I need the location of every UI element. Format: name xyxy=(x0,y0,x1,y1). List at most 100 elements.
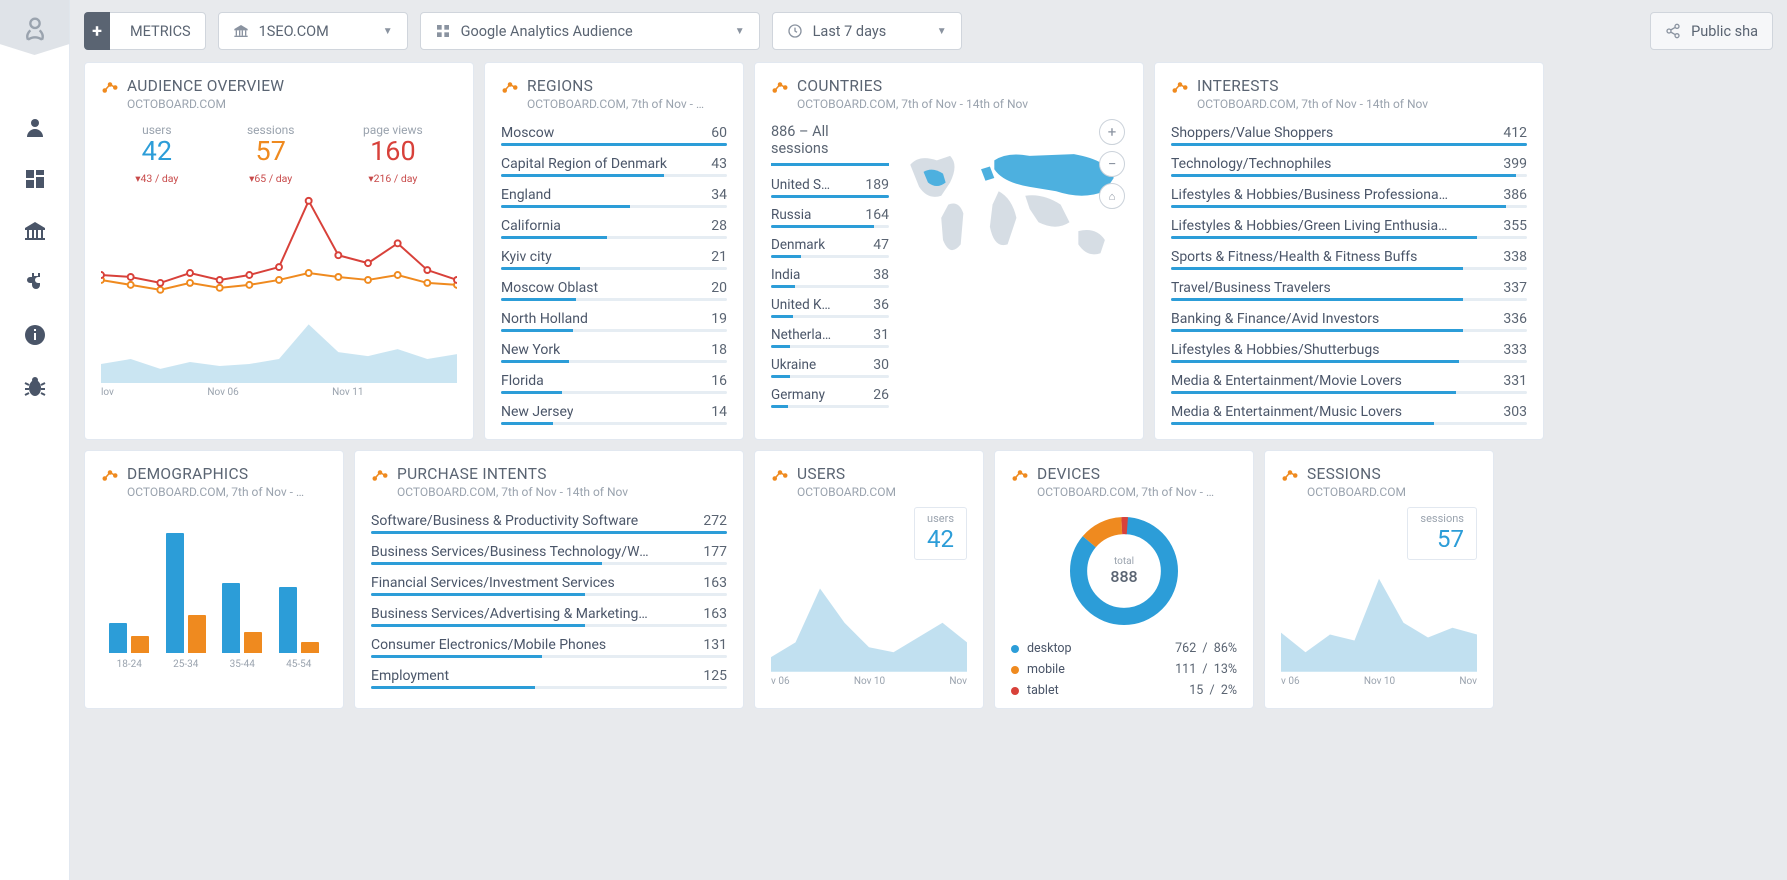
source-selector[interactable]: Google Analytics Audience ▼ xyxy=(420,12,760,50)
card-title: USERS xyxy=(797,465,845,483)
device-legend-row: mobile 111 / 13% xyxy=(1011,662,1237,677)
list-item[interactable]: Media & Entertainment/Movie Lovers331 xyxy=(1171,367,1527,391)
list-item[interactable]: Media & Entertainment/Music Lovers303 xyxy=(1171,398,1527,422)
card-users: USERS OCTOBOARD.COM users 42 v 06Nov 10N… xyxy=(754,450,984,709)
card-title: PURCHASE INTENTS xyxy=(397,465,547,483)
list-item[interactable]: Lifestyles & Hobbies/Shutterbugs333 xyxy=(1171,336,1527,360)
ga-icon xyxy=(1011,465,1029,483)
list-item[interactable]: Business Services/Business Technology/We… xyxy=(371,538,727,562)
nav-institution-icon[interactable] xyxy=(23,219,47,243)
list-item[interactable]: Business Services/Advertising & Marketin… xyxy=(371,600,727,624)
list-item[interactable]: New Jersey14 xyxy=(501,398,727,422)
list-item[interactable]: Lifestyles & Hobbies/Green Living Enthus… xyxy=(1171,212,1527,236)
sessions-metric: sessions 57 xyxy=(1407,507,1477,560)
demo-group xyxy=(109,623,149,653)
card-subtitle: OCTOBOARD.COM xyxy=(127,97,457,111)
sessions-chart xyxy=(1281,564,1477,672)
card-sessions: SESSIONS OCTOBOARD.COM sessions 57 v 06N… xyxy=(1264,450,1494,709)
plus-icon: + xyxy=(84,12,110,50)
ga-icon xyxy=(101,465,119,483)
card-demographics: DEMOGRAPHICS OCTOBOARD.COM, 7th of Nov -… xyxy=(84,450,344,709)
list-item[interactable]: New York18 xyxy=(501,336,727,360)
nav-info-icon[interactable] xyxy=(23,323,47,347)
list-item[interactable]: Employment125 xyxy=(371,662,727,686)
ga-icon xyxy=(771,465,789,483)
nav-dashboard-icon[interactable] xyxy=(23,167,47,191)
list-item[interactable]: Florida16 xyxy=(501,367,727,391)
site-label: 1SEO.COM xyxy=(259,23,329,40)
chevron-down-icon: ▼ xyxy=(735,26,745,37)
list-item[interactable]: Ukraine30 xyxy=(771,352,889,375)
card-purchase-intents: PURCHASE INTENTS OCTOBOARD.COM, 7th of N… xyxy=(354,450,744,709)
institution-icon xyxy=(233,23,249,39)
list-item[interactable]: Netherlands31 xyxy=(771,322,889,345)
audience-chart xyxy=(101,186,457,384)
ga-icon xyxy=(1281,465,1299,483)
list-item[interactable]: England34 xyxy=(501,181,727,205)
nav-bug-icon[interactable] xyxy=(23,375,47,399)
list-item[interactable]: Moscow Oblast20 xyxy=(501,274,727,298)
card-audience-overview: AUDIENCE OVERVIEW OCTOBOARD.COM users 42… xyxy=(84,62,474,440)
list-item[interactable]: Denmark47 xyxy=(771,232,889,255)
list-item[interactable]: Technology/Technophiles399 xyxy=(1171,150,1527,174)
card-subtitle: OCTOBOARD.COM xyxy=(1307,485,1477,499)
card-subtitle: OCTOBOARD.COM, 7th of Nov - 14th of Nov xyxy=(797,97,1127,111)
list-item[interactable]: Shoppers/Value Shoppers412 xyxy=(1171,119,1527,143)
world-map[interactable]: + − ⌂ xyxy=(897,119,1127,412)
ga-icon xyxy=(371,465,389,483)
list-item[interactable]: California28 xyxy=(501,212,727,236)
chevron-down-icon: ▼ xyxy=(383,26,393,37)
card-subtitle: OCTOBOARD.COM, 7th of Nov - 14th of Nov xyxy=(397,485,727,499)
ga-icon xyxy=(101,77,119,95)
card-title: COUNTRIES xyxy=(797,77,882,95)
demo-group xyxy=(222,583,262,653)
share-button[interactable]: Public sha xyxy=(1650,12,1773,50)
list-item[interactable]: Consumer Electronics/Mobile Phones131 xyxy=(371,631,727,655)
list-item[interactable]: United Stat…189 xyxy=(771,172,889,195)
list-item[interactable]: North Holland19 xyxy=(501,305,727,329)
share-icon xyxy=(1665,23,1681,39)
map-zoom-in[interactable]: + xyxy=(1099,119,1125,145)
list-item[interactable]: Sports & Fitness/Health & Fitness Buffs3… xyxy=(1171,243,1527,267)
chevron-down-icon: ▼ xyxy=(937,26,947,37)
list-item[interactable]: Russia164 xyxy=(771,202,889,225)
list-item[interactable]: India38 xyxy=(771,262,889,285)
list-item[interactable]: Lifestyles & Hobbies/Business Profession… xyxy=(1171,181,1527,205)
metric-users: users 42 ▾43 / day xyxy=(135,123,178,186)
nav-profile-icon[interactable] xyxy=(23,115,47,139)
logo xyxy=(0,0,70,55)
card-subtitle: OCTOBOARD.COM xyxy=(797,485,967,499)
list-item[interactable]: United King…36 xyxy=(771,292,889,315)
card-title: DEMOGRAPHICS xyxy=(127,465,248,483)
nav-plugin-icon[interactable] xyxy=(23,271,47,295)
topbar: + METRICS 1SEO.COM ▼ Google Analytics Au… xyxy=(70,0,1787,62)
card-subtitle: OCTOBOARD.COM, 7th of Nov - 14th of Nov xyxy=(1197,97,1527,111)
share-label: Public sha xyxy=(1691,23,1758,40)
range-label: Last 7 days xyxy=(813,23,887,40)
demo-group xyxy=(279,587,319,653)
date-range-selector[interactable]: Last 7 days ▼ xyxy=(772,12,962,50)
list-item[interactable]: Kyiv city21 xyxy=(501,243,727,267)
list-item[interactable]: Financial Services/Investment Services16… xyxy=(371,569,727,593)
list-item[interactable]: Germany26 xyxy=(771,382,889,405)
map-zoom-out[interactable]: − xyxy=(1099,151,1125,177)
all-sessions-row: 886 – All sessions xyxy=(771,119,889,166)
site-selector[interactable]: 1SEO.COM ▼ xyxy=(218,12,408,50)
list-item[interactable]: Banking & Finance/Avid Investors336 xyxy=(1171,305,1527,329)
list-item[interactable]: Capital Region of Denmark43 xyxy=(501,150,727,174)
metrics-button[interactable]: + METRICS xyxy=(84,12,206,50)
demographics-chart xyxy=(101,523,327,653)
device-legend-row: desktop 762 / 86% xyxy=(1011,641,1237,656)
list-item[interactable]: Software/Business & Productivity Softwar… xyxy=(371,507,727,531)
list-item[interactable]: Travel/Business Travelers337 xyxy=(1171,274,1527,298)
card-title: AUDIENCE OVERVIEW xyxy=(127,77,284,95)
list-item[interactable]: Moscow60 xyxy=(501,119,727,143)
device-legend-row: tablet 15 / 2% xyxy=(1011,683,1237,698)
users-metric: users 42 xyxy=(914,507,967,560)
map-home[interactable]: ⌂ xyxy=(1099,183,1125,209)
clock-icon xyxy=(787,23,803,39)
metric-sessions: sessions 57 ▾65 / day xyxy=(247,123,295,186)
metric-page views: page views 160 ▾216 / day xyxy=(363,123,423,186)
card-subtitle: OCTOBOARD.COM, 7th of Nov - … xyxy=(527,97,727,111)
ga-icon xyxy=(501,77,519,95)
